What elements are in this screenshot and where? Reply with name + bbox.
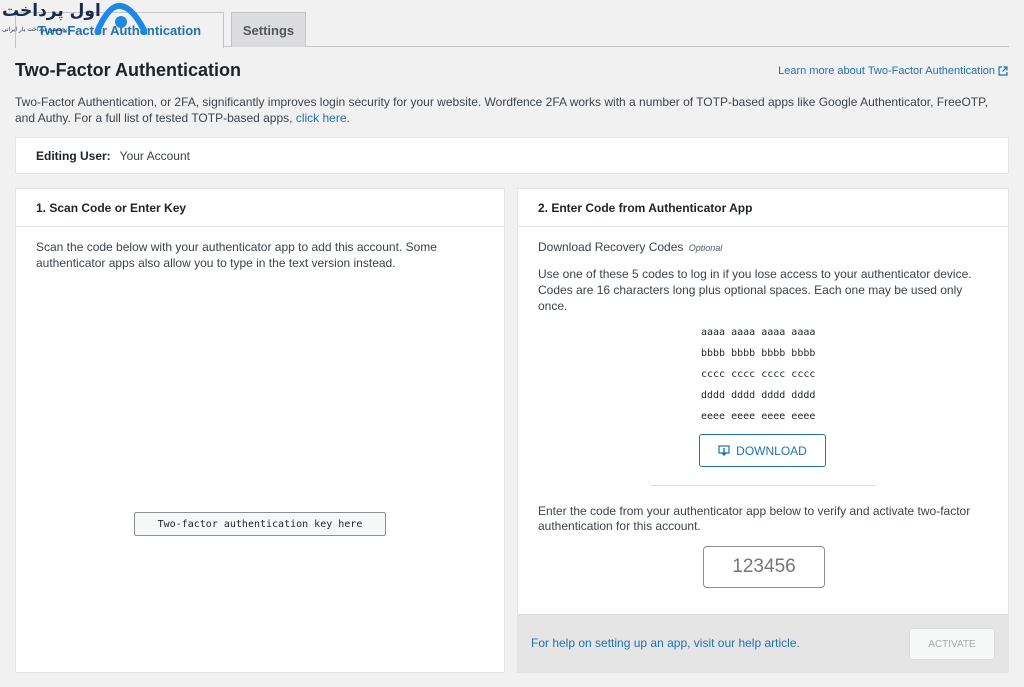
intro-text: Two-Factor Authentication, or 2FA, signi… xyxy=(15,95,988,125)
tab-bar: Two-Factor Authentication Settings xyxy=(15,12,1009,48)
recovery-code: aaaa aaaa aaaa aaaa xyxy=(701,327,816,338)
logo-subtext: نخستین پرداخت یار ایرانی xyxy=(2,26,68,33)
learn-more-link[interactable]: Learn more about Two-Factor Authenticati… xyxy=(778,65,1008,77)
panel-footer: For help on setting up an app, visit our… xyxy=(518,614,1008,672)
code-panel-title: 2. Enter Code from Authenticator App xyxy=(518,189,1008,227)
auth-key-field[interactable]: Two-factor authentication key here xyxy=(134,512,386,536)
verify-description: Enter the code from your authenticator a… xyxy=(538,504,971,533)
divider xyxy=(651,485,876,486)
tested-apps-link[interactable]: click here. xyxy=(296,111,350,125)
enter-code-panel: 2. Enter Code from Authenticator App Dow… xyxy=(517,188,1009,673)
recovery-codes-title: Download Recovery Codes Optional xyxy=(538,240,722,254)
recovery-code: cccc cccc cccc cccc xyxy=(701,369,816,380)
recovery-codes-list: aaaa aaaa aaaa aaaa bbbb bbbb bbbb bbbb … xyxy=(701,324,831,429)
scan-code-panel: 1. Scan Code or Enter Key Scan the code … xyxy=(15,188,505,673)
recovery-code: bbbb bbbb bbbb bbbb xyxy=(701,348,816,359)
recovery-title-text: Download Recovery Codes xyxy=(538,240,684,254)
download-label: DOWNLOAD xyxy=(736,443,807,458)
brand-logo: اول پرداخت نخستین پرداخت یار ایرانی xyxy=(0,0,150,40)
download-icon xyxy=(718,444,730,456)
logo-text: اول پرداخت xyxy=(2,1,101,21)
recovery-code: eeee eeee eeee eeee xyxy=(701,411,816,422)
editing-user-box: Editing User: Your Account xyxy=(15,137,1009,174)
help-article-link[interactable]: For help on setting up an app, visit our… xyxy=(531,636,800,650)
download-button[interactable]: DOWNLOAD xyxy=(699,434,826,467)
learn-more-label: Learn more about Two-Factor Authenticati… xyxy=(778,65,995,77)
external-link-icon xyxy=(998,66,1008,76)
page-title: Two-Factor Authentication xyxy=(15,60,241,80)
scan-panel-description: Scan the code below with your authentica… xyxy=(36,240,437,270)
editing-user-label: Editing User: xyxy=(36,148,111,163)
tab-settings[interactable]: Settings xyxy=(231,12,306,47)
scan-panel-title: 1. Scan Code or Enter Key xyxy=(16,189,504,227)
optional-label: Optional xyxy=(688,243,723,253)
authenticator-code-input[interactable] xyxy=(703,546,825,588)
recovery-code: dddd dddd dddd dddd xyxy=(701,390,816,401)
logo-mark-icon xyxy=(95,2,147,35)
editing-user-value: Your Account xyxy=(119,148,190,163)
recovery-description: Use one of these 5 codes to log in if yo… xyxy=(538,267,972,313)
activate-button[interactable]: ACTIVATE xyxy=(909,628,995,660)
intro-paragraph: Two-Factor Authentication, or 2FA, signi… xyxy=(15,94,1010,126)
